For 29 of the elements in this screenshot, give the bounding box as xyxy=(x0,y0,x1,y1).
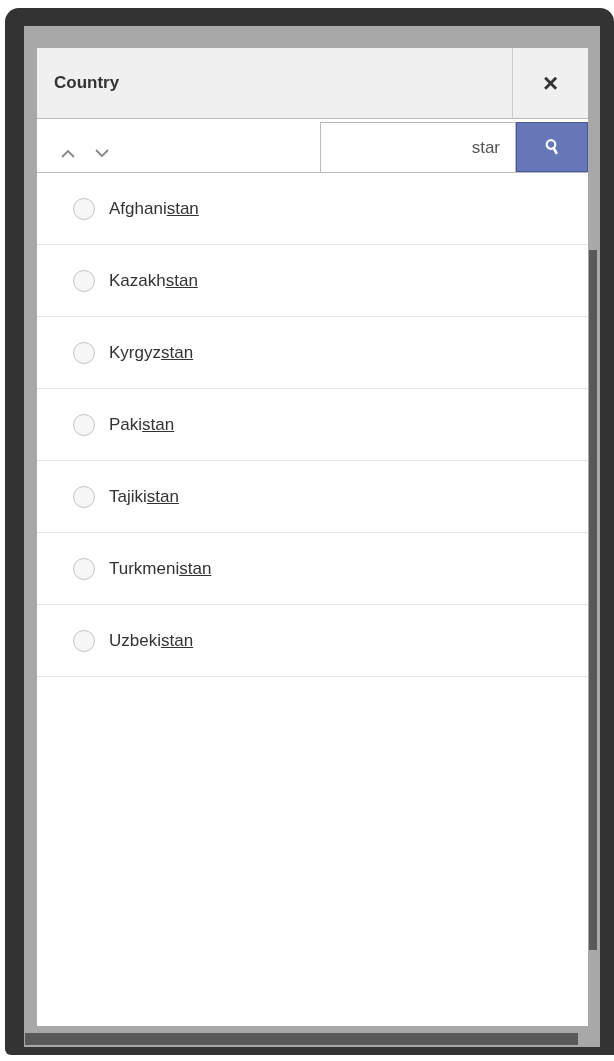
scrollbar-thumb[interactable] xyxy=(589,250,597,950)
option-label: Kyrgyzstan xyxy=(109,342,194,363)
option-label: Turkmenistan xyxy=(109,558,212,579)
radio-button[interactable] xyxy=(73,557,95,580)
country-option[interactable]: Uzbekistan xyxy=(37,605,588,677)
option-label: Kazakhstan xyxy=(109,270,198,291)
country-option[interactable]: Turkmenistan xyxy=(37,533,588,605)
chevron-up-icon[interactable] xyxy=(61,149,75,158)
option-label: Pakistan xyxy=(109,414,175,435)
option-label: Tajikistan xyxy=(109,486,179,507)
country-option[interactable]: Pakistan xyxy=(37,389,588,461)
country-option[interactable]: Kyrgyzstan xyxy=(37,317,588,389)
radio-button[interactable] xyxy=(73,197,95,220)
radio-button[interactable] xyxy=(73,629,95,652)
country-option[interactable]: Tajikistan xyxy=(37,461,588,533)
radio-button[interactable] xyxy=(73,413,95,436)
radio-button[interactable] xyxy=(73,485,95,508)
search-field[interactable]: star xyxy=(320,122,516,172)
option-label: Afghanistan xyxy=(109,198,199,219)
dialog-title: Country xyxy=(53,72,121,94)
radio-button[interactable] xyxy=(73,269,95,292)
search-icon xyxy=(544,138,560,156)
chevron-down-icon[interactable] xyxy=(95,149,109,158)
search-button[interactable] xyxy=(516,122,588,172)
country-option[interactable]: Afghanistan xyxy=(37,173,588,245)
option-label: Uzbekistan xyxy=(109,630,194,651)
radio-button[interactable] xyxy=(73,341,95,364)
country-option[interactable]: Kazakhstan xyxy=(37,245,588,317)
scrollbar-thumb[interactable] xyxy=(25,1033,578,1045)
